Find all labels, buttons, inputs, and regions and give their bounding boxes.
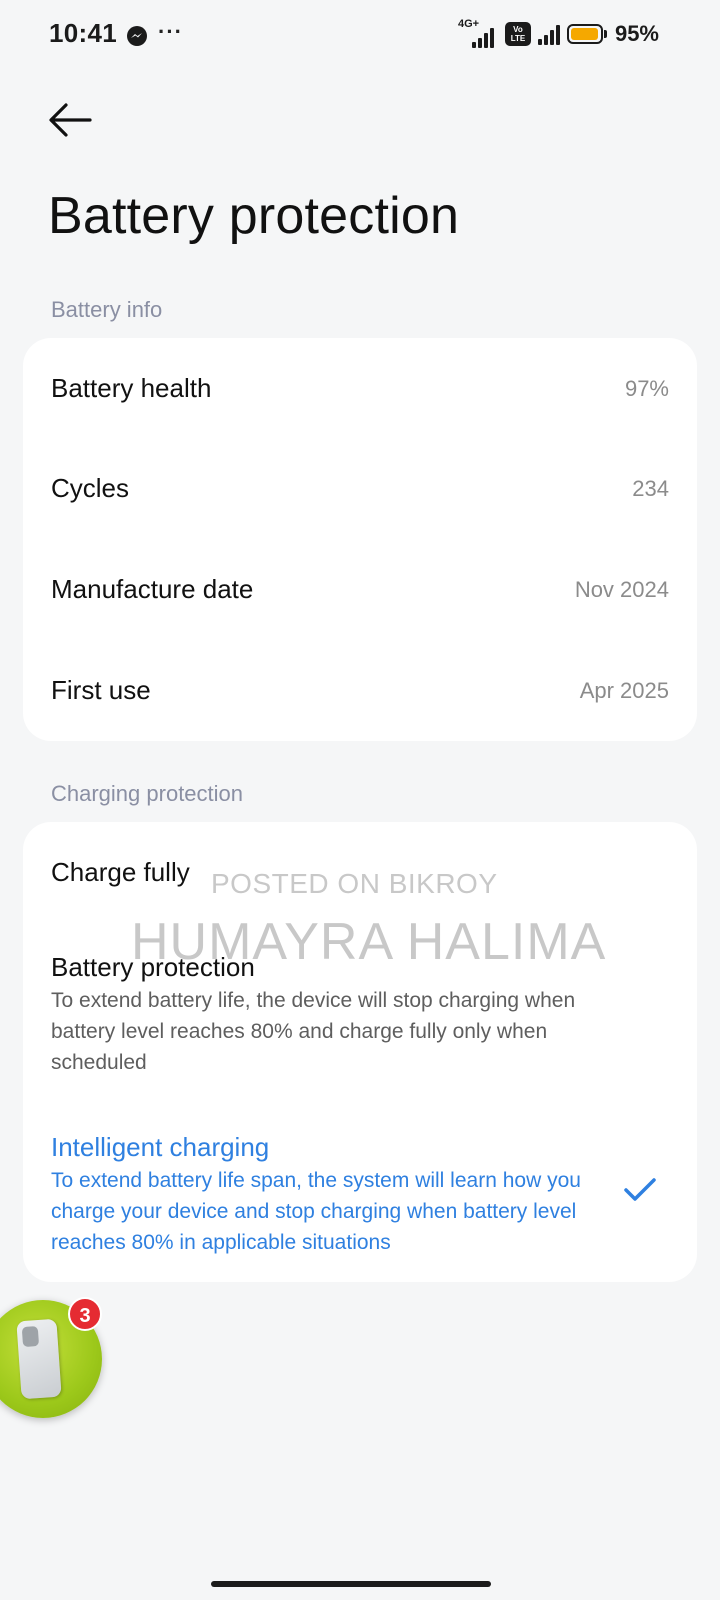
battery-icon: 95% bbox=[566, 21, 659, 47]
page-title: Battery protection bbox=[48, 187, 460, 245]
charging-protection-card: Charge fully Battery protection To exten… bbox=[23, 822, 697, 1282]
status-icons: 4G+ Vo LTE 95% bbox=[458, 18, 659, 48]
more-notifications-icon: ··· bbox=[158, 19, 183, 44]
battery-percent: 95% bbox=[614, 21, 659, 46]
signal-4g-icon: 4G+ bbox=[458, 18, 498, 48]
messenger-icon bbox=[127, 26, 147, 46]
row-value: Apr 2025 bbox=[579, 678, 669, 703]
option-battery-protection[interactable]: Battery protection To extend battery lif… bbox=[23, 922, 697, 1102]
status-time: 10:41 bbox=[49, 18, 117, 48]
row-value: 234 bbox=[632, 476, 669, 501]
row-label: Cycles bbox=[51, 473, 130, 503]
status-bar: 10:41 ··· 4G+ Vo LTE 95% bbox=[0, 0, 720, 70]
option-description: To extend battery life, the device will … bbox=[51, 989, 576, 1074]
option-description: To extend battery life span, the system … bbox=[51, 1169, 581, 1254]
phone-thumbnail-icon bbox=[16, 1318, 62, 1400]
option-title: Charge fully bbox=[51, 857, 190, 887]
volte-icon: Vo LTE bbox=[504, 22, 531, 46]
notification-badge: 3 bbox=[68, 1297, 102, 1331]
battery-health-row[interactable]: Battery health 97% bbox=[23, 338, 697, 438]
first-use-row[interactable]: First use Apr 2025 bbox=[23, 640, 697, 740]
row-label: First use bbox=[51, 675, 151, 705]
battery-info-card: Battery health 97% Cycles 234 Manufactur… bbox=[23, 338, 697, 741]
signal-icon bbox=[537, 23, 560, 45]
manufacture-date-row[interactable]: Manufacture date Nov 2024 bbox=[23, 539, 697, 639]
row-value: Nov 2024 bbox=[574, 577, 669, 602]
option-intelligent-charging[interactable]: Intelligent charging To extend battery l… bbox=[23, 1102, 697, 1282]
row-label: Manufacture date bbox=[51, 574, 254, 604]
home-indicator[interactable] bbox=[211, 1581, 491, 1587]
section-label-charging-protection: Charging protection bbox=[51, 781, 244, 806]
check-icon bbox=[624, 1178, 656, 1201]
option-title: Battery protection bbox=[51, 952, 255, 982]
row-label: Battery health bbox=[51, 373, 212, 403]
cycles-row[interactable]: Cycles 234 bbox=[23, 438, 697, 538]
option-charge-fully[interactable]: Charge fully bbox=[23, 822, 697, 922]
back-button[interactable] bbox=[46, 100, 98, 144]
row-value: 97% bbox=[624, 376, 669, 401]
section-label-battery-info: Battery info bbox=[51, 297, 163, 322]
arrow-left-icon bbox=[49, 103, 92, 137]
option-title: Intelligent charging bbox=[51, 1132, 270, 1162]
